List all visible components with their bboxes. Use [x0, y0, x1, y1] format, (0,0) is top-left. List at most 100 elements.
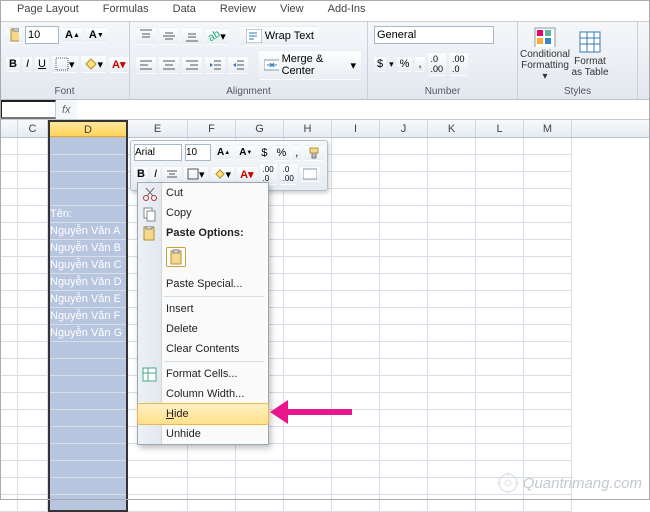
cell[interactable] — [128, 444, 188, 461]
cell[interactable] — [524, 172, 572, 189]
col-header-I[interactable]: I — [332, 120, 380, 137]
row-header[interactable] — [0, 206, 18, 223]
align-right-button[interactable] — [182, 56, 202, 74]
ctx-hide[interactable]: Hide — [138, 404, 268, 424]
cell[interactable] — [332, 240, 380, 257]
cell[interactable] — [380, 257, 428, 274]
cell[interactable] — [524, 359, 572, 376]
cell[interactable] — [428, 189, 476, 206]
ctx-column-width[interactable]: Column Width... — [138, 384, 268, 404]
cell[interactable]: Nguyễn Văn E — [48, 291, 128, 308]
tab-addins[interactable]: Add-Ins — [316, 0, 378, 21]
cell[interactable] — [380, 444, 428, 461]
cell[interactable] — [284, 359, 332, 376]
cell[interactable] — [18, 478, 48, 495]
cell[interactable] — [332, 257, 380, 274]
cell[interactable] — [48, 342, 128, 359]
cell[interactable] — [476, 376, 524, 393]
row-header[interactable] — [0, 189, 18, 206]
cell[interactable] — [284, 376, 332, 393]
cell[interactable] — [18, 393, 48, 410]
cell[interactable] — [380, 206, 428, 223]
cell[interactable] — [476, 325, 524, 342]
cell[interactable] — [332, 274, 380, 291]
cell[interactable] — [48, 189, 128, 206]
fill-color-button[interactable]: ▾ — [81, 55, 107, 73]
cell[interactable] — [524, 274, 572, 291]
cell[interactable] — [380, 376, 428, 393]
cell[interactable] — [18, 206, 48, 223]
cell[interactable] — [428, 427, 476, 444]
cell[interactable] — [476, 342, 524, 359]
col-header-K[interactable]: K — [428, 120, 476, 137]
cell[interactable] — [236, 444, 284, 461]
merge-center-button[interactable]: Merge & Center ▾ — [259, 50, 361, 80]
mini-percent[interactable]: % — [274, 145, 290, 161]
cell[interactable] — [476, 138, 524, 155]
row-header[interactable] — [0, 223, 18, 240]
cell[interactable] — [524, 410, 572, 427]
cell[interactable] — [380, 427, 428, 444]
cell[interactable] — [428, 359, 476, 376]
row-header[interactable] — [0, 444, 18, 461]
cell[interactable] — [18, 495, 48, 512]
row-header[interactable] — [0, 410, 18, 427]
cell[interactable] — [48, 155, 128, 172]
row-header[interactable] — [0, 172, 18, 189]
conditional-formatting-button[interactable]: Conditional Formatting▾ — [524, 26, 566, 82]
cell[interactable] — [332, 478, 380, 495]
increase-decimal-button[interactable]: .0.00 — [428, 52, 447, 76]
indent-dec-button[interactable] — [205, 56, 225, 74]
border-button[interactable]: ▾ — [52, 55, 78, 73]
cell[interactable] — [476, 495, 524, 512]
tab-formulas[interactable]: Formulas — [91, 0, 161, 21]
cell[interactable] — [380, 240, 428, 257]
cell[interactable] — [476, 206, 524, 223]
italic-button[interactable]: I — [23, 56, 32, 72]
mini-comma[interactable]: , — [292, 145, 301, 161]
cell[interactable] — [524, 444, 572, 461]
cell[interactable] — [236, 478, 284, 495]
cell[interactable] — [188, 495, 236, 512]
cell[interactable] — [380, 172, 428, 189]
cell[interactable] — [476, 359, 524, 376]
indent-inc-button[interactable] — [228, 56, 248, 74]
cell[interactable] — [18, 155, 48, 172]
mini-inc-dec[interactable]: .0.00 — [280, 163, 297, 185]
cell[interactable] — [128, 478, 188, 495]
cell[interactable] — [428, 495, 476, 512]
cell[interactable] — [128, 461, 188, 478]
bold-button[interactable]: B — [6, 56, 20, 72]
cell[interactable] — [332, 308, 380, 325]
cell[interactable] — [380, 138, 428, 155]
mini-font-select[interactable] — [134, 144, 182, 161]
cell[interactable] — [48, 359, 128, 376]
mini-grow-font[interactable]: A▲ — [214, 145, 233, 160]
cell[interactable] — [428, 410, 476, 427]
cell[interactable] — [18, 291, 48, 308]
align-center-button[interactable] — [159, 56, 179, 74]
cell[interactable] — [476, 308, 524, 325]
tab-review[interactable]: Review — [208, 0, 268, 21]
cell[interactable] — [380, 274, 428, 291]
cell[interactable] — [524, 155, 572, 172]
row-header[interactable] — [0, 325, 18, 342]
cell[interactable] — [524, 291, 572, 308]
cell[interactable] — [476, 240, 524, 257]
cell[interactable] — [380, 325, 428, 342]
cell[interactable] — [18, 172, 48, 189]
cell[interactable] — [476, 257, 524, 274]
cell[interactable] — [18, 257, 48, 274]
col-header-L[interactable]: L — [476, 120, 524, 137]
col-header-M[interactable]: M — [524, 120, 572, 137]
ctx-delete[interactable]: Delete — [138, 319, 268, 339]
cell[interactable] — [428, 444, 476, 461]
row-header[interactable] — [0, 427, 18, 444]
cell[interactable] — [48, 427, 128, 444]
cell[interactable] — [380, 359, 428, 376]
cell[interactable] — [48, 410, 128, 427]
cell[interactable]: Nguyễn Văn F — [48, 308, 128, 325]
cell[interactable] — [18, 308, 48, 325]
mini-shrink-font[interactable]: A▼ — [236, 145, 255, 160]
row-header[interactable] — [0, 257, 18, 274]
